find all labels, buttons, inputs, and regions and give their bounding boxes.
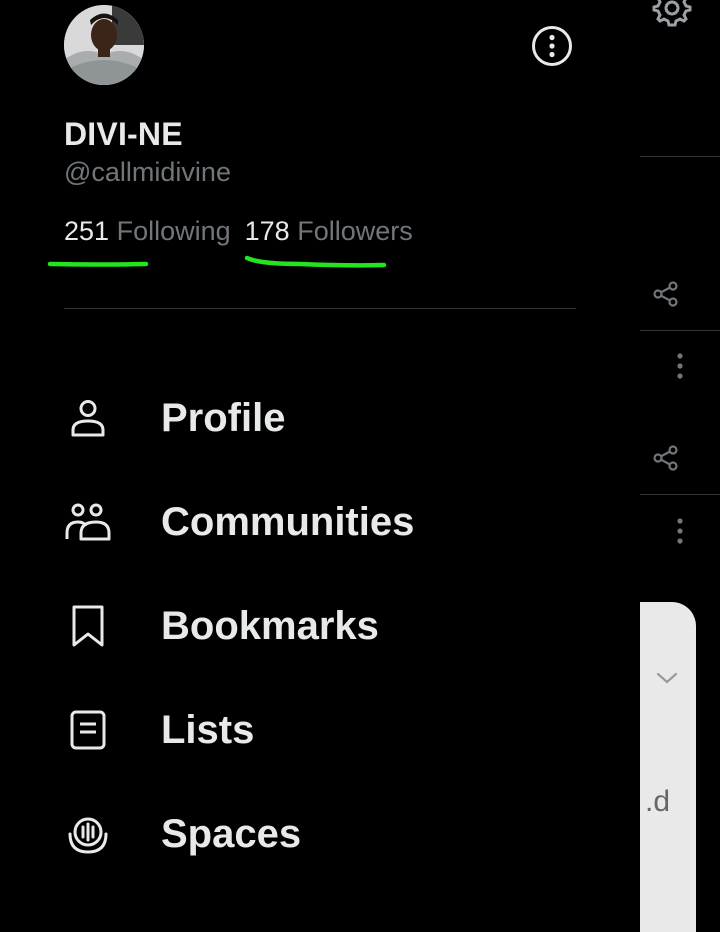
menu-item-spaces[interactable]: Spaces [0, 782, 640, 886]
menu-label-bookmarks: Bookmarks [161, 603, 379, 648]
person-icon [62, 392, 114, 444]
username-handle: @callmidivine [64, 157, 231, 187]
follow-stats: 251 Following 178 Followers [64, 216, 413, 247]
following-count: 251 [64, 216, 110, 246]
background-card-text: d. [644, 785, 670, 818]
drawer-divider [64, 308, 576, 309]
more-vertical-icon[interactable] [672, 352, 688, 380]
display-name[interactable]: DIVI-NE [64, 116, 183, 153]
timeline-divider [640, 156, 720, 157]
share-icon[interactable] [652, 444, 680, 472]
bookmark-icon [62, 600, 114, 652]
menu-item-communities[interactable]: Communities [0, 470, 640, 574]
menu-label-communities: Communities [161, 499, 415, 544]
background-card [640, 602, 696, 932]
menu-item-profile[interactable]: Profile [0, 366, 640, 470]
menu-label-profile: Profile [161, 395, 286, 440]
share-icon[interactable] [652, 280, 680, 308]
menu-item-bookmarks[interactable]: Bookmarks [0, 574, 640, 678]
communities-icon [62, 496, 114, 548]
timeline-divider [640, 330, 720, 331]
timeline-divider [640, 494, 720, 495]
avatar-image [64, 5, 144, 85]
menu-label-spaces: Spaces [161, 811, 302, 856]
drawer-menu: Profile Communities Bookmarks Lists Spac… [0, 366, 640, 886]
more-vertical-icon[interactable] [672, 517, 688, 545]
followers-count: 178 [244, 216, 290, 246]
more-options-button[interactable] [529, 23, 575, 69]
settings-gear-icon[interactable] [650, 0, 694, 30]
more-options-icon [532, 26, 572, 66]
list-icon [62, 704, 114, 756]
following-label: Following [116, 216, 231, 246]
menu-label-lists: Lists [161, 707, 255, 752]
chevron-down-icon[interactable] [654, 668, 680, 688]
followers-label: Followers [297, 216, 413, 246]
menu-item-lists[interactable]: Lists [0, 678, 640, 782]
avatar[interactable] [64, 5, 144, 85]
spaces-icon [62, 808, 114, 860]
following-link[interactable]: 251 Following [64, 216, 231, 247]
navigation-drawer: DIVI-NE @callmidivine 251 Following 178 F… [0, 0, 640, 912]
followers-link[interactable]: 178 Followers [245, 216, 413, 247]
